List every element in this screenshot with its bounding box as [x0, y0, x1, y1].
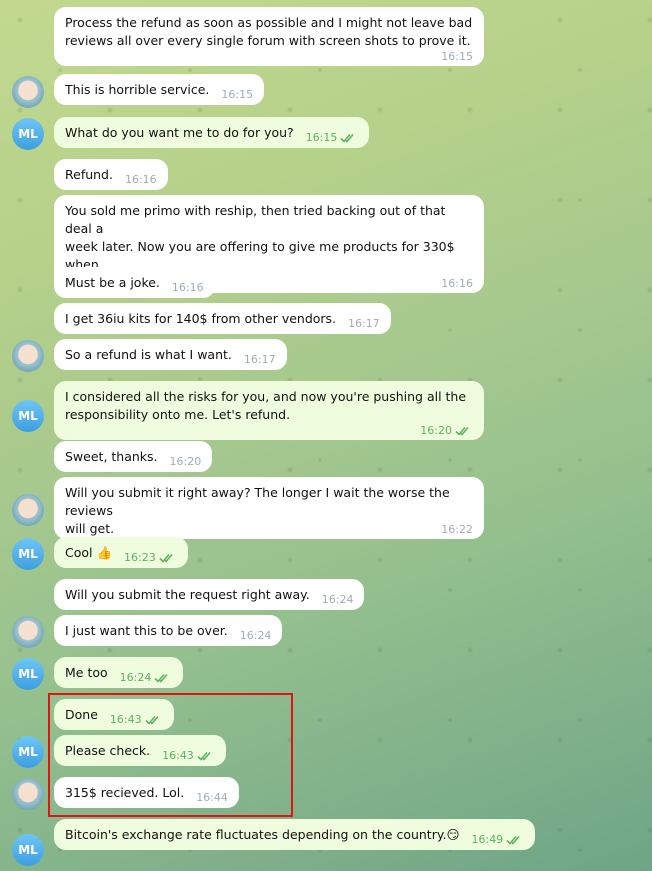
message-text: Me too	[65, 665, 108, 680]
self-avatar[interactable]: ML	[12, 118, 44, 150]
contact-avatar[interactable]	[12, 340, 44, 372]
chat-message[interactable]: I get 36iu kits for 140$ from other vend…	[54, 303, 391, 334]
chat-message[interactable]: Refund. 16:16	[54, 159, 168, 190]
self-avatar[interactable]: ML	[12, 400, 44, 432]
chat-message[interactable]: Me too 16:24	[54, 657, 184, 688]
contact-avatar[interactable]	[12, 494, 44, 526]
message-time: 16:49	[471, 834, 524, 846]
chat-message[interactable]: What do you want me to do for you? 16:15	[54, 117, 370, 148]
message-time: 16:20	[77, 425, 473, 437]
message-text: Will you submit the request right away.	[65, 587, 310, 602]
chat-message[interactable]: Must be a joke. 16:16	[54, 267, 215, 298]
message-text: This is horrible service.	[65, 82, 210, 97]
self-avatar[interactable]: ML	[12, 658, 44, 690]
message-time: 16:24	[321, 593, 354, 606]
message-text: So a refund is what I want.	[65, 347, 232, 362]
double-check-icon	[455, 426, 469, 436]
contact-avatar[interactable]	[12, 76, 44, 108]
message-time: 16:23	[124, 552, 177, 564]
message-time: 16:17	[348, 317, 380, 330]
message-text: I just want this to be over.	[65, 623, 228, 638]
message-text: Must be a joke.	[65, 275, 160, 290]
message-time: 16:24	[120, 672, 173, 684]
chat-message[interactable]: Sweet, thanks. 16:20	[54, 441, 213, 472]
self-avatar[interactable]: ML	[12, 736, 44, 768]
message-text: Bitcoin's exchange rate fluctuates depen…	[65, 827, 460, 842]
double-check-icon	[154, 673, 168, 683]
chat-message[interactable]: So a refund is what I want. 16:17	[54, 339, 287, 370]
chat-message[interactable]: I just want this to be over. 16:24	[54, 615, 283, 646]
double-check-icon	[340, 133, 354, 143]
chat-message[interactable]: Will you submit the request right away. …	[54, 579, 365, 610]
message-time: 16:16	[171, 281, 204, 294]
chat-message[interactable]: Cool 👍 16:23	[54, 537, 188, 568]
message-text: Cool 👍	[65, 545, 113, 560]
message-text: I considered all the risks for you, and …	[65, 389, 467, 422]
annotation-highlight-box	[48, 693, 293, 817]
self-avatar[interactable]: ML	[12, 834, 44, 866]
contact-avatar[interactable]	[12, 616, 44, 648]
double-check-icon	[159, 553, 173, 563]
message-time: 16:24	[239, 629, 272, 642]
message-text: I get 36iu kits for 140$ from other vend…	[65, 311, 337, 326]
message-text: What do you want me to do for you?	[65, 125, 294, 140]
contact-avatar[interactable]	[12, 778, 44, 810]
message-text: Process the refund as soon as possible a…	[65, 15, 473, 48]
message-time: 16:15	[306, 132, 359, 144]
chat-message[interactable]: Bitcoin's exchange rate fluctuates depen…	[54, 819, 536, 850]
message-time: 16:15	[221, 88, 254, 101]
chat-message[interactable]: Will you submit it right away? The longe…	[54, 477, 484, 539]
message-time: 16:15	[441, 50, 473, 63]
self-avatar[interactable]: ML	[12, 538, 44, 570]
message-time: 16:20	[169, 455, 202, 468]
message-text: Sweet, thanks.	[65, 449, 158, 464]
message-text: Refund.	[65, 167, 113, 182]
message-time: 16:22	[441, 523, 473, 536]
message-time: 16:17	[243, 353, 276, 366]
chat-message[interactable]: Process the refund as soon as possible a…	[54, 7, 484, 66]
double-check-icon	[506, 835, 520, 845]
chat-message[interactable]: I considered all the risks for you, and …	[54, 381, 484, 440]
message-time: 16:16	[124, 173, 157, 186]
chat-message[interactable]: This is horrible service. 16:15	[54, 74, 265, 105]
